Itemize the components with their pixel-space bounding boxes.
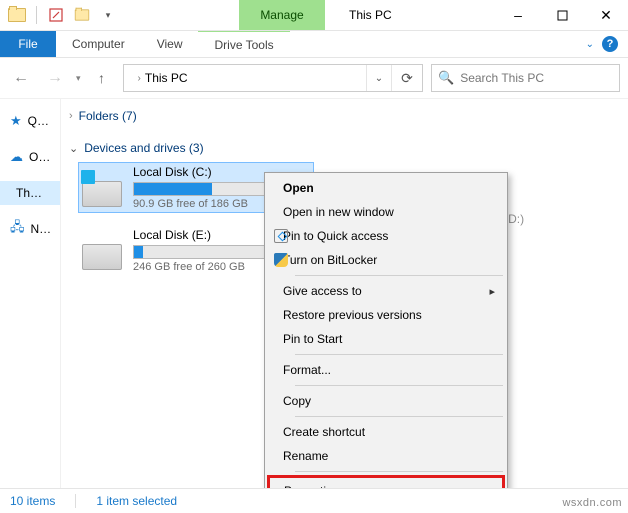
nav-history-dropdown[interactable]: ▾ — [76, 73, 81, 84]
breadcrumb-sep-icon[interactable]: › — [138, 73, 141, 84]
cm-separator — [295, 275, 503, 276]
ribbon: File Computer View Drive Tools ⌄ ? — [0, 31, 628, 58]
cm-pin-start[interactable]: Pin to Start — [267, 327, 505, 351]
context-menu: Open Open in new window Pin to Quick acc… — [264, 172, 508, 511]
cm-give-access[interactable]: Give access to ▸ — [267, 279, 505, 303]
breadcrumb-location[interactable]: This PC — [145, 71, 188, 85]
qat-new-folder-icon[interactable] — [71, 4, 93, 26]
maximize-button[interactable] — [540, 0, 584, 30]
cm-open-new-window[interactable]: Open in new window — [267, 200, 505, 224]
group-label: Folders (7) — [79, 109, 137, 123]
search-placeholder: Search This PC — [460, 71, 544, 85]
ribbon-tab-view[interactable]: View — [141, 31, 199, 57]
drive-capacity-bar — [133, 245, 285, 259]
cm-separator — [295, 354, 503, 355]
sidebar-item-label: Q… — [28, 114, 49, 128]
qat-dropdown-icon[interactable]: ▾ — [97, 4, 119, 26]
address-bar[interactable]: › This PC ⌄ ⟳ — [123, 64, 423, 92]
address-dropdown-icon[interactable]: ⌄ — [366, 65, 391, 91]
qat-properties-icon[interactable] — [45, 4, 67, 26]
window-title: This PC — [349, 0, 392, 30]
help-icon[interactable]: ? — [602, 36, 618, 52]
cloud-icon: ☁ — [10, 149, 23, 165]
drive-capacity-fill — [134, 183, 212, 195]
sidebar-item-label: O… — [29, 150, 50, 164]
watermark: wsxdn.com — [562, 497, 622, 509]
cm-label: Pin to Quick access — [283, 229, 388, 243]
shield-icon — [267, 253, 295, 267]
cm-label: Turn on BitLocker — [283, 253, 377, 267]
cm-open[interactable]: Open — [267, 176, 505, 200]
search-box[interactable]: 🔍 Search This PC — [431, 64, 620, 92]
window-controls: – ✕ — [496, 0, 628, 30]
search-icon: 🔍 — [438, 70, 454, 86]
pin-icon — [267, 229, 295, 243]
star-icon: ★ — [10, 113, 22, 129]
ribbon-collapse-icon[interactable]: ⌄ — [586, 39, 594, 50]
cm-rename[interactable]: Rename — [267, 444, 505, 468]
group-header-drives[interactable]: ⌄ Devices and drives (3) — [65, 137, 628, 159]
close-button[interactable]: ✕ — [584, 0, 628, 30]
chevron-down-icon: ⌄ — [69, 142, 78, 155]
nav-bar: ← → ▾ ↑ › This PC ⌄ ⟳ 🔍 Search This PC — [0, 58, 628, 99]
drive-capacity-bar — [133, 182, 285, 196]
minimize-button[interactable]: – — [496, 0, 540, 30]
cm-separator — [295, 416, 503, 417]
quick-access-toolbar: ▾ — [0, 0, 119, 30]
cm-separator — [295, 385, 503, 386]
group-label: Devices and drives (3) — [84, 141, 203, 155]
ribbon-tab-drive-tools[interactable]: Drive Tools — [198, 31, 289, 57]
sidebar-item-network[interactable]: 🖧 N… — [0, 217, 60, 241]
cm-format[interactable]: Format... — [267, 358, 505, 382]
network-icon: 🖧 — [10, 218, 25, 240]
submenu-arrow-icon: ▸ — [489, 285, 495, 298]
sidebar-item-label: N… — [31, 222, 52, 236]
sidebar-item-label: Th… — [16, 186, 42, 200]
cm-label: Give access to — [283, 284, 362, 298]
contextual-tab-manage[interactable]: Manage — [239, 0, 325, 30]
sidebar-item-this-pc[interactable]: Th… — [0, 181, 60, 205]
cm-restore-previous[interactable]: Restore previous versions — [267, 303, 505, 327]
group-header-folders[interactable]: › Folders (7) — [65, 105, 628, 127]
cm-create-shortcut[interactable]: Create shortcut — [267, 420, 505, 444]
drive-icon — [79, 163, 125, 209]
refresh-button[interactable]: ⟳ — [391, 65, 422, 91]
ribbon-tab-computer[interactable]: Computer — [56, 31, 141, 57]
sidebar-item-quick-access[interactable]: ★ Q… — [0, 109, 60, 133]
cm-separator — [295, 471, 503, 472]
status-item-count: 10 items — [10, 494, 55, 508]
status-selected-count: 1 item selected — [96, 494, 177, 508]
file-tab[interactable]: File — [0, 31, 56, 57]
drive-icon — [79, 226, 125, 272]
cm-copy[interactable]: Copy — [267, 389, 505, 413]
chevron-right-icon: › — [69, 110, 73, 122]
nav-forward-button[interactable]: → — [42, 65, 68, 91]
title-bar: ▾ Manage This PC – ✕ — [0, 0, 628, 31]
app-icon — [6, 4, 28, 26]
nav-pane: ★ Q… ☁ O… Th… 🖧 N… — [0, 99, 61, 489]
nav-back-button[interactable]: ← — [8, 65, 34, 91]
status-bar: 10 items 1 item selected wsxdn.com — [0, 488, 628, 513]
status-separator — [75, 494, 76, 508]
cm-bitlocker[interactable]: Turn on BitLocker — [267, 248, 505, 272]
cm-pin-quick-access[interactable]: Pin to Quick access — [267, 224, 505, 248]
nav-up-button[interactable]: ↑ — [89, 65, 115, 91]
sidebar-item-onedrive[interactable]: ☁ O… — [0, 145, 60, 169]
drive-capacity-fill — [134, 246, 143, 258]
